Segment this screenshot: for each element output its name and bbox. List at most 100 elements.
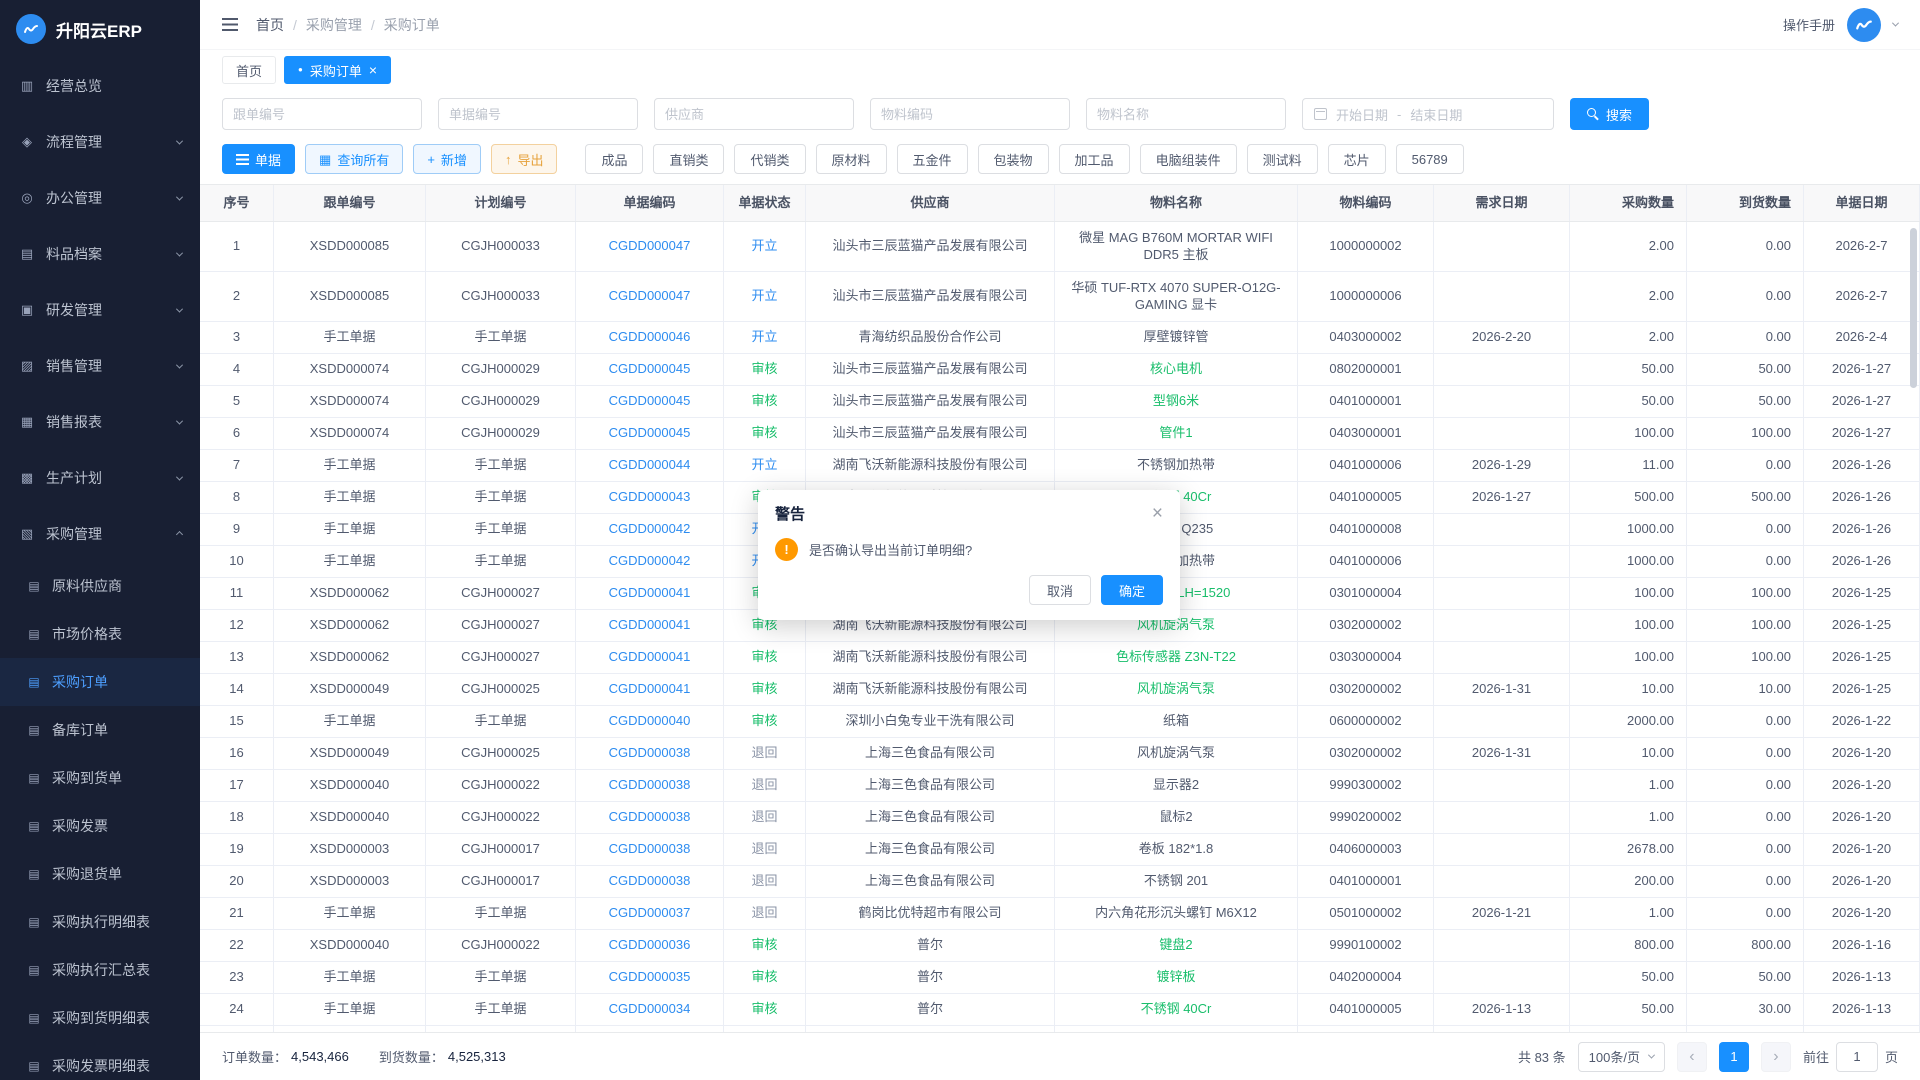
table-row[interactable]: 1XSDD000085CGJH000033CGDD000047开立汕头市三辰蓝猫… [200,222,1920,272]
sidebar-subitem[interactable]: ▤采购执行明细表 [0,898,200,946]
doc-code-link[interactable]: CGDD000043 [576,482,724,513]
sidebar-subitem[interactable]: ▤采购执行汇总表 [0,946,200,994]
sidebar-subitem[interactable]: ▤原料供应商 [0,562,200,610]
chevron-down-icon[interactable] [1892,20,1899,27]
table-row[interactable]: 24手工单据手工单据CGDD000034审核普尔不锈钢 40Cr04010000… [200,994,1920,1026]
document-button[interactable]: 单据 [222,144,295,174]
table-row[interactable]: 13XSDD000062CGJH000027CGDD000041审核湖南飞沃新能… [200,642,1920,674]
manual-link[interactable]: 操作手册 [1783,15,1835,34]
table-row[interactable]: 19XSDD000003CGJH000017CGDD000038退回上海三色食品… [200,834,1920,866]
query-all-button[interactable]: ▦ 查询所有 [305,144,403,174]
doc-code-link[interactable]: CGDD000037 [576,898,724,929]
table-row[interactable]: 18XSDD000040CGJH000022CGDD000038退回上海三色食品… [200,802,1920,834]
tab-purchase-orders[interactable]: ● 采购订单 × [284,56,391,84]
search-button[interactable]: 搜索 [1570,98,1649,130]
doc-code-link[interactable]: CGDD000045 [576,418,724,449]
page-1-button[interactable]: 1 [1719,1042,1749,1072]
table-row[interactable]: 7手工单据手工单据CGDD000044开立湖南飞沃新能源科技股份有限公司不锈钢加… [200,450,1920,482]
table-row[interactable]: 21手工单据手工单据CGDD000037退回鹤岗比优特超市有限公司内六角花形沉头… [200,898,1920,930]
sidebar-subitem[interactable]: ▤采购订单 [0,658,200,706]
sidebar-item-production[interactable]: ▩生产计划 [0,450,200,506]
doc-code-link[interactable]: CGDD000047 [576,272,724,321]
doc-code-link[interactable]: CGDD000036 [576,930,724,961]
sidebar-subitem[interactable]: ▤采购到货明细表 [0,994,200,1042]
sidebar-subitem[interactable]: ▤采购发票明细表 [0,1042,200,1080]
category-button[interactable]: 五金件 [897,144,968,174]
sidebar-item-office[interactable]: ◎办公管理 [0,170,200,226]
category-button[interactable]: 包装物 [978,144,1049,174]
date-range-picker[interactable]: 开始日期 - 结束日期 [1302,98,1554,130]
confirm-button[interactable]: 确定 [1101,575,1163,605]
filter-supplier-input[interactable] [654,98,854,130]
tab-home[interactable]: 首页 [222,56,276,84]
filter-material-code-input[interactable] [870,98,1070,130]
table-row[interactable]: 3手工单据手工单据CGDD000046开立青海纺织品股份合作公司厚壁镀锌管040… [200,322,1920,354]
table-row[interactable]: 14XSDD000049CGJH000025CGDD000041审核湖南飞沃新能… [200,674,1920,706]
goto-page-input[interactable] [1836,1042,1878,1072]
doc-code-link[interactable]: CGDD000047 [576,222,724,271]
sidebar-item-dashboard[interactable]: ▥经营总览 [0,58,200,114]
table-row[interactable]: 16XSDD000049CGJH000025CGDD000038退回上海三色食品… [200,738,1920,770]
doc-code-link[interactable]: CGDD000040 [576,706,724,737]
cancel-button[interactable]: 取消 [1029,575,1091,605]
doc-code-link[interactable]: CGDD000033 [576,1026,724,1032]
breadcrumb-item[interactable]: 首页 [256,15,284,35]
table-row[interactable]: 22XSDD000040CGJH000022CGDD000036审核普尔键盘29… [200,930,1920,962]
filter-track-no-input[interactable] [222,98,422,130]
sidebar-item-sales[interactable]: ▨销售管理 [0,338,200,394]
filter-material-name-input[interactable] [1086,98,1286,130]
add-button[interactable]: + 新增 [413,144,481,174]
doc-code-link[interactable]: CGDD000038 [576,866,724,897]
doc-code-link[interactable]: CGDD000041 [576,578,724,609]
sidebar-item-rd[interactable]: ▣研发管理 [0,282,200,338]
avatar[interactable] [1847,8,1881,42]
collapse-sidebar-icon[interactable] [222,18,238,31]
table-row[interactable]: 2XSDD000085CGJH000033CGDD000047开立汕头市三辰蓝猫… [200,272,1920,322]
doc-code-link[interactable]: CGDD000042 [576,514,724,545]
page-size-select[interactable]: 100条/页 [1578,1042,1665,1072]
breadcrumb-item[interactable]: 采购管理 [306,15,362,35]
doc-code-link[interactable]: CGDD000041 [576,674,724,705]
sidebar-item-process[interactable]: ◈流程管理 [0,114,200,170]
category-button[interactable]: 56789 [1396,144,1464,174]
table-row[interactable]: 25XSDD000046CGJH000021CGDD000033审核普尔同步带件… [200,1026,1920,1032]
table-row[interactable]: 4XSDD000074CGJH000029CGDD000045审核汕头市三辰蓝猫… [200,354,1920,386]
doc-code-link[interactable]: CGDD000041 [576,610,724,641]
doc-code-link[interactable]: CGDD000042 [576,546,724,577]
category-button[interactable]: 加工品 [1059,144,1130,174]
category-button[interactable]: 芯片 [1328,144,1386,174]
doc-code-link[interactable]: CGDD000038 [576,738,724,769]
table-row[interactable]: 6XSDD000074CGJH000029CGDD000045审核汕头市三辰蓝猫… [200,418,1920,450]
category-button[interactable]: 代销类 [734,144,805,174]
doc-code-link[interactable]: CGDD000044 [576,450,724,481]
doc-code-link[interactable]: CGDD000045 [576,354,724,385]
sidebar-subitem[interactable]: ▤采购发票 [0,802,200,850]
export-button[interactable]: ↑ 导出 [491,144,558,174]
doc-code-link[interactable]: CGDD000038 [576,770,724,801]
sidebar-subitem[interactable]: ▤采购到货单 [0,754,200,802]
category-button[interactable]: 测试料 [1247,144,1318,174]
category-button[interactable]: 直销类 [653,144,724,174]
breadcrumb-item[interactable]: 采购订单 [384,15,440,35]
close-icon[interactable]: × [1152,504,1163,523]
doc-code-link[interactable]: CGDD000046 [576,322,724,353]
sidebar-subitem[interactable]: ▤采购退货单 [0,850,200,898]
close-tab-icon[interactable]: × [369,63,377,77]
sidebar-item-purchase[interactable]: ▧采购管理 [0,506,200,562]
table-row[interactable]: 15手工单据手工单据CGDD000040审核深圳小白兔专业干洗有限公司纸箱060… [200,706,1920,738]
sidebar-item-sales-report[interactable]: ▦销售报表 [0,394,200,450]
table-row[interactable]: 17XSDD000040CGJH000022CGDD000038退回上海三色食品… [200,770,1920,802]
doc-code-link[interactable]: CGDD000034 [576,994,724,1025]
table-row[interactable]: 23手工单据手工单据CGDD000035审核普尔镀锌板040200000450.… [200,962,1920,994]
category-button[interactable]: 电脑组装件 [1140,144,1237,174]
doc-code-link[interactable]: CGDD000038 [576,834,724,865]
vertical-scrollbar[interactable] [1910,228,1917,388]
table-row[interactable]: 5XSDD000074CGJH000029CGDD000045审核汕头市三辰蓝猫… [200,386,1920,418]
doc-code-link[interactable]: CGDD000035 [576,962,724,993]
category-button[interactable]: 原材料 [816,144,887,174]
sidebar-subitem[interactable]: ▤备库订单 [0,706,200,754]
doc-code-link[interactable]: CGDD000041 [576,642,724,673]
sidebar-item-materials[interactable]: ▤料品档案 [0,226,200,282]
table-row[interactable]: 20XSDD000003CGJH000017CGDD000038退回上海三色食品… [200,866,1920,898]
doc-code-link[interactable]: CGDD000038 [576,802,724,833]
